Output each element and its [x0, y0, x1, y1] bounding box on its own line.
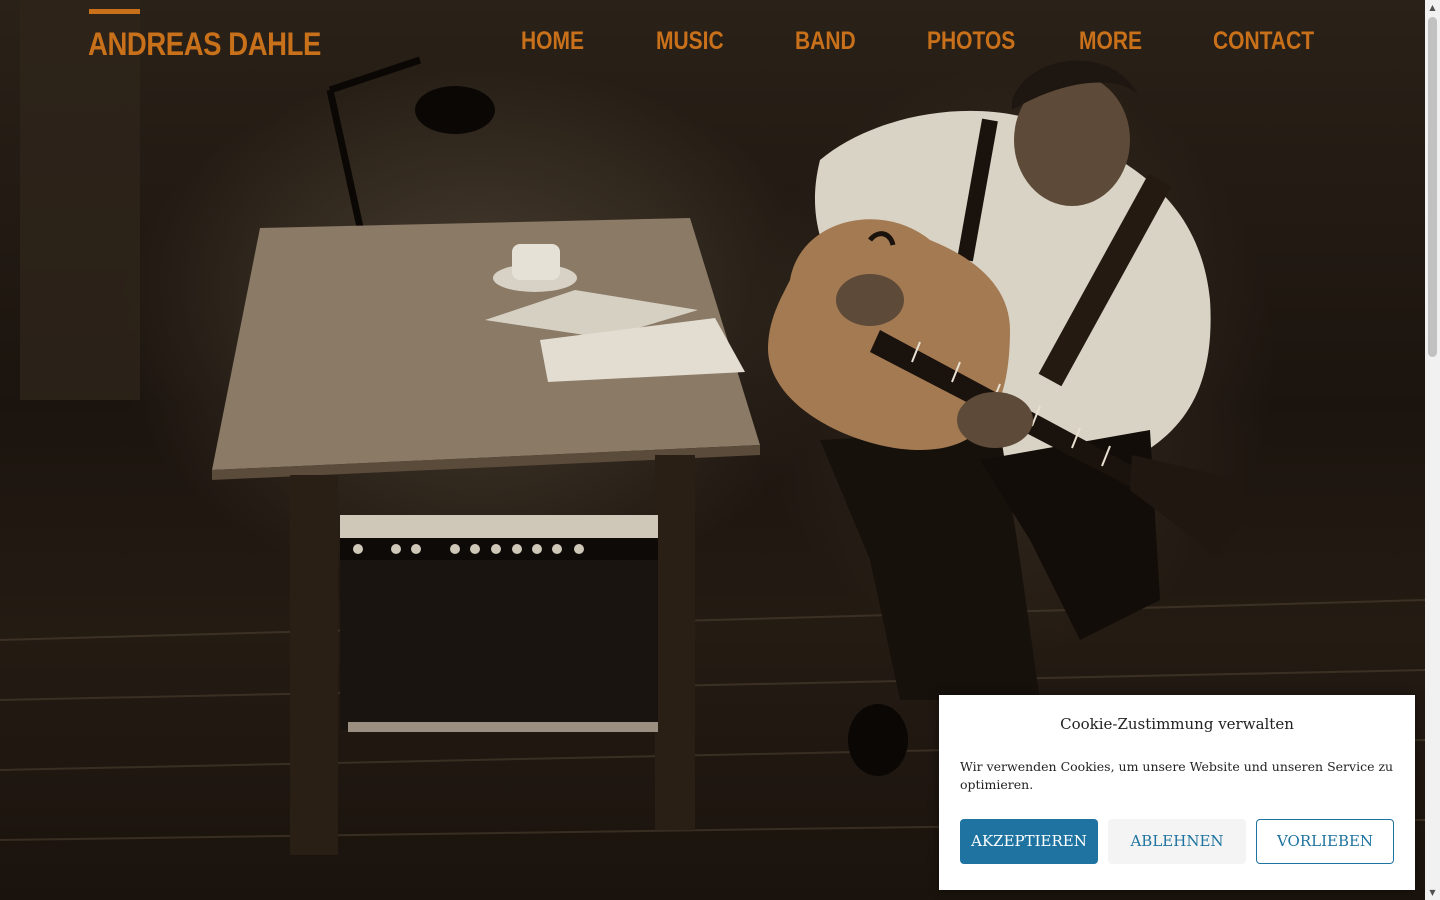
- scroll-thumb[interactable]: [1428, 17, 1437, 357]
- cookie-text: Wir verwenden Cookies, um unsere Website…: [960, 759, 1394, 792]
- scroll-down-icon[interactable]: ▼: [1425, 885, 1440, 900]
- nav-photos[interactable]: PHOTOS: [927, 27, 1015, 56]
- nav-band[interactable]: BAND: [795, 27, 856, 56]
- nav-contact[interactable]: CONTACT: [1213, 27, 1314, 56]
- page-scrollbar[interactable]: ▲ ▼: [1425, 0, 1440, 900]
- nav-music[interactable]: MUSIC: [656, 27, 724, 56]
- cookie-consent-banner: Cookie-Zustimmung verwalten Wir verwende…: [939, 695, 1415, 890]
- preferences-button[interactable]: VORLIEBEN: [1256, 819, 1394, 864]
- cookie-title: Cookie-Zustimmung verwalten: [1060, 715, 1294, 733]
- nav-home[interactable]: HOME: [521, 27, 584, 56]
- nav-more[interactable]: MORE: [1079, 27, 1142, 56]
- accept-button[interactable]: AKZEPTIEREN: [960, 819, 1098, 864]
- scroll-up-icon[interactable]: ▲: [1425, 0, 1440, 15]
- logo-accent-bar: [89, 9, 140, 14]
- deny-button[interactable]: ABLEHNEN: [1108, 819, 1246, 864]
- main-nav: HOME MUSIC BAND PHOTOS MORE CONTACT: [0, 27, 1425, 67]
